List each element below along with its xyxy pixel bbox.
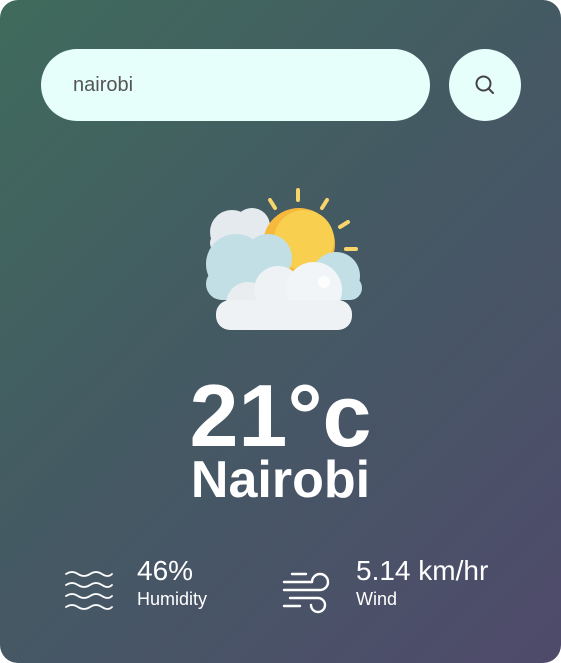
wind-label: Wind bbox=[356, 589, 398, 609]
city-name: Nairobi bbox=[190, 451, 371, 509]
wind-value: 5.14 km/hr bbox=[356, 555, 489, 586]
water-waves-icon bbox=[65, 571, 113, 610]
search-icon bbox=[475, 75, 494, 94]
temperature-value: 21°c bbox=[189, 366, 372, 465]
search-field[interactable] bbox=[41, 49, 430, 121]
wind-icon bbox=[282, 572, 330, 614]
humidity-value: 46% bbox=[137, 555, 194, 586]
search-input[interactable] bbox=[71, 72, 400, 98]
search-button[interactable] bbox=[449, 49, 521, 121]
humidity-label: Humidity bbox=[137, 589, 208, 609]
partly-cloudy-icon bbox=[206, 188, 362, 330]
weather-card: 21°c Nairobi 46% Humidity 5.14 km/hr Win… bbox=[0, 0, 561, 663]
